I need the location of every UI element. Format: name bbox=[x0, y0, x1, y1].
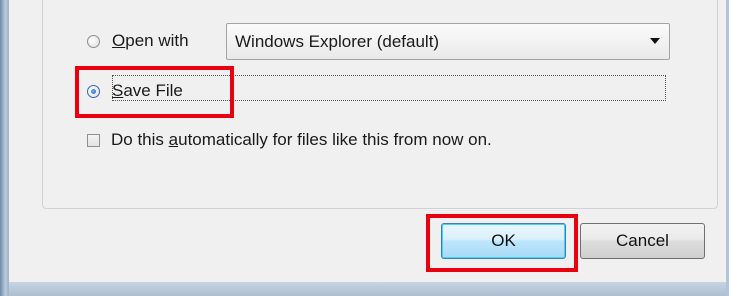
download-dialog: Open with Windows Explorer (default) Sav… bbox=[0, 0, 729, 296]
auto-download-checkbox[interactable] bbox=[87, 133, 100, 147]
open-with-app-value: Windows Explorer (default) bbox=[235, 31, 440, 51]
open-with-option[interactable]: Open with bbox=[87, 31, 189, 51]
open-with-radio[interactable] bbox=[87, 34, 100, 48]
open-with-app-select[interactable]: Windows Explorer (default) bbox=[226, 23, 670, 60]
dialog-client-area: Open with Windows Explorer (default) Sav… bbox=[9, 0, 726, 282]
window-left-border bbox=[0, 0, 9, 296]
window-bottom-border bbox=[9, 282, 726, 296]
chevron-down-icon[interactable] bbox=[650, 38, 660, 44]
cancel-button[interactable]: Cancel bbox=[580, 223, 705, 259]
auto-download-label: Do this automatically for files like thi… bbox=[111, 130, 492, 149]
auto-download-option[interactable]: Do this automatically for files like thi… bbox=[87, 130, 492, 150]
ok-highlight-box bbox=[426, 214, 578, 272]
open-with-label: Open with bbox=[112, 31, 189, 50]
save-file-highlight-box bbox=[75, 66, 234, 118]
